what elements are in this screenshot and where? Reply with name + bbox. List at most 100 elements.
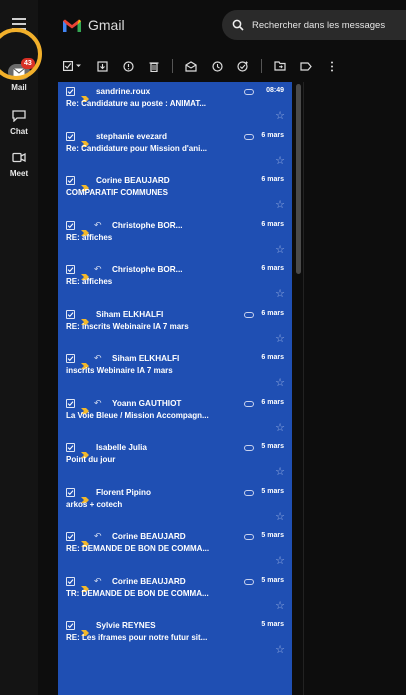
row-checkbox[interactable] — [66, 576, 75, 586]
email-date: 6 mars — [261, 354, 284, 361]
email-row[interactable]: stephanie evezard 6 mars Re: Candidature p… — [58, 129, 292, 171]
email-date: 5 mars — [261, 487, 284, 495]
email-row[interactable]: Siham ELKHALFI 6 mars RE: inscrits Webinai… — [58, 307, 292, 349]
search-input[interactable]: Rechercher dans les messages — [252, 20, 385, 31]
email-row[interactable]: ↶ Christophe BOR... 6 mars RE: affiches ☆ — [58, 218, 292, 260]
meet-icon — [9, 152, 29, 166]
email-date: 6 mars — [261, 176, 284, 183]
importance-icon[interactable] — [81, 534, 89, 547]
importance-icon[interactable] — [81, 134, 89, 147]
email-row[interactable]: Florent Pipino 5 mars arkos + cotech ☆ — [58, 485, 292, 527]
star-icon[interactable]: ☆ — [275, 332, 285, 345]
importance-icon[interactable] — [81, 401, 89, 414]
email-date: 5 mars — [261, 532, 284, 539]
email-row[interactable]: ↶ Corine BEAUJARD 5 mars RE: DEMANDE DE BON… — [58, 529, 292, 571]
gmail-logo-icon — [63, 19, 81, 32]
email-row[interactable]: ↶ Christophe BOR... 6 mars RE: affiches ☆ — [58, 262, 292, 304]
email-subject: La Voie Bleue / Mission Accompagn... — [66, 410, 209, 420]
star-icon[interactable]: ☆ — [275, 198, 285, 211]
pane-divider — [303, 82, 304, 695]
email-date: 08:49 — [266, 87, 284, 94]
move-to-icon[interactable] — [272, 59, 288, 73]
email-date: 6 mars — [261, 398, 284, 406]
importance-icon[interactable] — [81, 445, 89, 458]
scrollbar[interactable] — [296, 84, 301, 274]
importance-icon[interactable] — [81, 579, 89, 592]
star-icon[interactable]: ☆ — [275, 465, 285, 478]
thread-chat-icon — [244, 445, 254, 451]
report-spam-icon[interactable] — [120, 59, 136, 73]
importance-icon[interactable] — [81, 623, 89, 636]
email-sender: Corine BEAUJARD — [96, 176, 170, 185]
email-sender: Yoann GAUTHIOT — [112, 398, 182, 408]
row-checkbox[interactable] — [66, 487, 75, 497]
email-subject: COMPARATIF COMMUNES — [66, 188, 168, 197]
search-bar[interactable]: Rechercher dans les messages — [222, 10, 406, 40]
email-row[interactable]: Sylvie REYNES 5 mars RE: Les iframes pour … — [58, 618, 292, 660]
mark-unread-icon[interactable] — [183, 59, 199, 73]
importance-icon[interactable] — [81, 356, 89, 369]
row-checkbox[interactable] — [66, 354, 75, 363]
row-checkbox[interactable] — [66, 220, 75, 230]
star-icon[interactable]: ☆ — [275, 109, 285, 122]
thread-chat-icon — [244, 89, 254, 95]
row-checkbox[interactable] — [66, 265, 75, 274]
more-icon[interactable] — [324, 59, 340, 73]
email-sender: Siham ELKHALFI — [96, 309, 164, 319]
rail-item-chat[interactable]: Chat — [0, 110, 38, 136]
email-subject: Re: Candidature pour Mission d'ani... — [66, 143, 208, 153]
star-icon[interactable]: ☆ — [275, 421, 285, 434]
row-checkbox[interactable] — [66, 131, 75, 141]
row-checkbox[interactable] — [66, 443, 75, 452]
email-date: 5 mars — [261, 443, 284, 450]
importance-icon[interactable] — [81, 89, 89, 102]
star-icon[interactable]: ☆ — [275, 376, 285, 389]
row-checkbox[interactable] — [66, 532, 75, 541]
star-icon[interactable]: ☆ — [275, 554, 285, 567]
importance-icon[interactable] — [81, 267, 89, 280]
importance-icon[interactable] — [81, 178, 89, 191]
email-row[interactable]: sandrine.roux 08:49 Re: Candidature au pos… — [58, 84, 292, 126]
row-checkbox[interactable] — [66, 176, 75, 185]
star-icon[interactable]: ☆ — [275, 243, 285, 256]
star-icon[interactable]: ☆ — [275, 154, 285, 167]
delete-icon[interactable] — [146, 59, 162, 73]
email-date: 6 mars — [261, 131, 284, 139]
star-icon[interactable]: ☆ — [275, 599, 285, 612]
email-subject: arkos + cotech — [66, 499, 123, 509]
email-row[interactable]: Isabelle Julia 5 mars Point du jour ☆ — [58, 440, 292, 482]
row-checkbox[interactable] — [66, 309, 75, 319]
star-icon[interactable]: ☆ — [275, 287, 285, 300]
email-subject: Re: Candidature au poste : ANIMAT... — [66, 99, 207, 108]
importance-icon[interactable] — [81, 490, 89, 503]
row-checkbox[interactable] — [66, 398, 75, 408]
importance-icon[interactable] — [81, 223, 89, 236]
row-checkbox[interactable] — [66, 621, 75, 630]
thread-chat-icon — [244, 133, 254, 140]
row-checkbox[interactable] — [66, 87, 75, 96]
email-sender: sandrine.roux — [96, 87, 151, 96]
rail-label-mail: Mail — [11, 83, 27, 92]
email-row[interactable]: ↶ Siham ELKHALFI 6 mars inscrits Webinaire … — [58, 351, 292, 393]
gmail-logo[interactable]: Gmail — [62, 17, 125, 33]
email-sender: Christophe BOR... — [112, 220, 183, 230]
email-sender: Sylvie REYNES — [96, 621, 156, 630]
star-icon[interactable]: ☆ — [275, 510, 285, 523]
reply-icon: ↶ — [94, 264, 102, 274]
rail-item-meet[interactable]: Meet — [0, 152, 38, 178]
select-all-checkbox[interactable] — [62, 59, 84, 73]
star-icon[interactable]: ☆ — [275, 643, 285, 656]
email-sender: Corine BEAUJARD — [112, 532, 186, 541]
email-row[interactable]: ↶ Yoann GAUTHIOT 6 mars La Voie Bleue / Mis… — [58, 396, 292, 438]
add-task-icon[interactable] — [235, 59, 251, 73]
email-row[interactable]: ↶ Corine BEAUJARD 5 mars TR: DEMANDE DE BON… — [58, 574, 292, 616]
snooze-icon[interactable] — [209, 59, 225, 73]
email-row[interactable]: Corine BEAUJARD 6 mars COMPARATIF COMMUNES… — [58, 173, 292, 215]
thread-chat-icon — [244, 489, 254, 496]
search-icon[interactable] — [232, 19, 244, 31]
email-subject: RE: Les iframes pour notre futur sit... — [66, 633, 208, 642]
email-sender: stephanie evezard — [96, 131, 167, 141]
archive-icon[interactable] — [94, 59, 110, 73]
label-icon[interactable] — [298, 59, 314, 73]
importance-icon[interactable] — [81, 312, 89, 325]
